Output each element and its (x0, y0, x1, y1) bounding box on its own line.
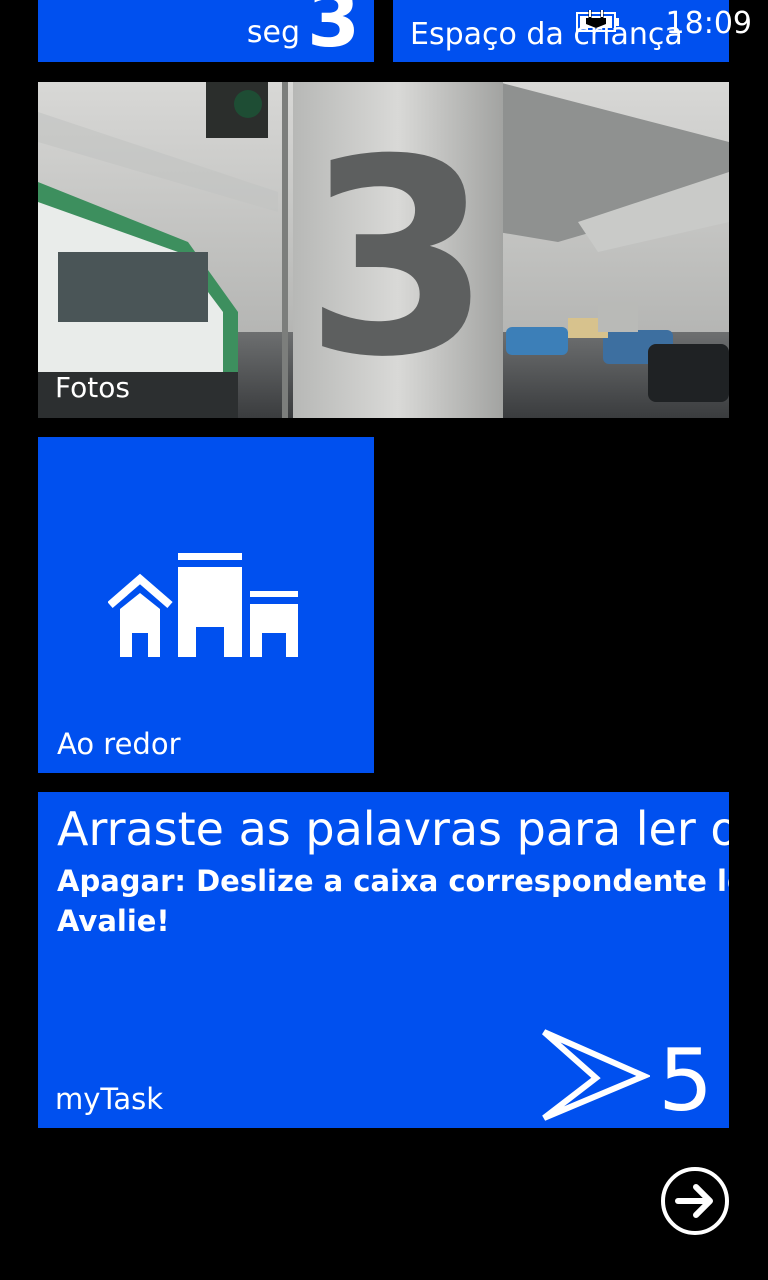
arrow-right-circle-icon[interactable] (660, 1166, 730, 1236)
nearby-tile[interactable]: Ao redor (38, 437, 374, 773)
mytask-rate: Avalie! (57, 904, 170, 938)
mytask-tile[interactable]: Arraste as palavras para ler o r Apagar:… (38, 792, 729, 1128)
photos-background-image: 3 (38, 82, 729, 418)
mytask-count: 5 (658, 1031, 713, 1128)
svg-text:3: 3 (304, 101, 492, 416)
status-time: 18:09 (665, 6, 752, 41)
nearby-label: Ao redor (57, 727, 181, 761)
mytask-label: myTask (55, 1082, 163, 1116)
battery-charging-icon (576, 10, 619, 32)
mytask-instruction: Apagar: Deslize a caixa correspondente l… (57, 864, 729, 898)
calendar-day-number: 3 (307, 0, 360, 62)
photos-tile[interactable]: 3 Fotos (38, 82, 729, 418)
mytask-headline: Arraste as palavras para ler o r (57, 802, 729, 856)
status-bar: 18:09 (568, 0, 768, 48)
calendar-tile[interactable]: seg 3 (38, 0, 374, 62)
buildings-icon (108, 553, 298, 657)
photos-label: Fotos (55, 371, 130, 404)
mytask-logo-icon (542, 1029, 650, 1121)
calendar-day-label: seg (246, 15, 300, 50)
